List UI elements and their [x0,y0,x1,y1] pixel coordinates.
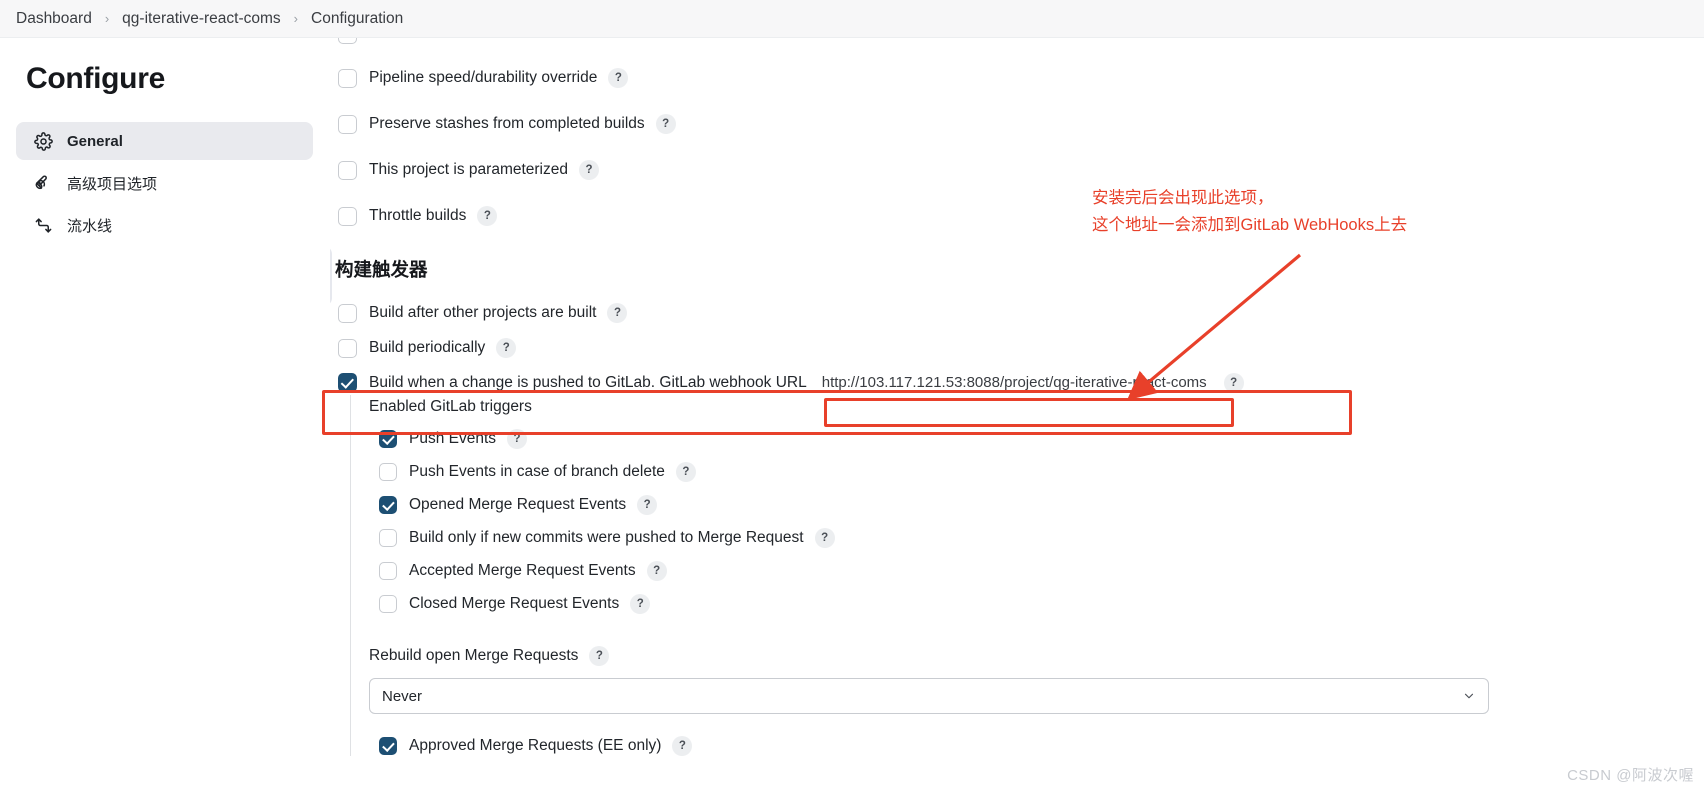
trigger-label: Build only if new commits were pushed to… [409,529,804,546]
checkbox-parameterized[interactable] [338,160,357,180]
help-icon[interactable]: ? [477,206,498,226]
sidebar-item-label: 高级项目选项 [67,175,158,193]
scrollbar-thumb[interactable] [330,246,332,306]
help-icon[interactable]: ? [607,303,628,323]
annotation-line-2: 这个地址一会添加到GitLab WebHooks上去 [1092,216,1408,234]
help-icon[interactable]: ? [646,561,667,581]
trigger-row-approved-merge-requests[interactable]: Approved Merge Requests (EE only) ? [379,736,1250,756]
sidebar-item-advanced-project-options[interactable]: 高级项目选项 [16,164,313,202]
rebuild-open-merge-requests-field: Rebuild open Merge Requests ? [369,646,1250,666]
checkbox-pipeline-speed[interactable] [338,68,357,88]
breadcrumb-item-project[interactable]: qg-iterative-react-coms [122,10,281,28]
option-label: Throttle builds [369,207,467,224]
trigger-row-accepted-merge-request-events[interactable]: Accepted Merge Request Events ? [379,561,1250,581]
checkbox-build-periodically[interactable] [338,338,357,358]
option-label: Pipeline speed/durability override [369,69,598,86]
section-heading-build-triggers: 构建触发器 [335,259,428,280]
trigger-row-push-events-branch-delete[interactable]: Push Events in case of branch delete ? [379,462,1250,482]
checkbox-push-events-branch-delete[interactable] [379,463,397,481]
checkbox-closed-merge-request-events[interactable] [379,595,397,613]
page-title: Configure [26,62,165,95]
option-label: Build periodically [369,339,486,356]
gear-icon [32,130,54,152]
help-icon[interactable]: ? [589,646,610,666]
option-row-build-after-other-projects[interactable]: Build after other projects are built ? [338,303,628,323]
trigger-row-opened-merge-request-events[interactable]: Opened Merge Request Events ? [379,495,1250,515]
trigger-row-closed-merge-request-events[interactable]: Closed Merge Request Events ? [379,594,1250,614]
breadcrumb-item-configuration[interactable]: Configuration [311,10,403,28]
option-row-parameterized[interactable]: This project is parameterized ? [338,160,599,180]
help-icon[interactable]: ? [655,114,676,134]
help-icon[interactable]: ? [814,528,835,548]
help-icon[interactable]: ? [675,462,696,482]
trigger-label: Opened Merge Request Events [409,496,627,513]
trigger-label: Closed Merge Request Events [409,595,620,612]
checkbox-build-only-new-commits[interactable] [379,529,397,547]
breadcrumb-item-dashboard[interactable]: Dashboard [16,10,92,28]
watermark: CSDN @阿波次喔 [1567,767,1694,784]
annotation-line-1: 安装完后会出现此选项， [1092,189,1274,207]
help-icon[interactable]: ? [579,160,599,180]
scrolled-off-checkbox[interactable] [338,38,357,44]
option-row-build-periodically[interactable]: Build periodically ? [338,338,517,358]
trigger-label: Accepted Merge Request Events [409,562,636,579]
annotation-highlight-box-url [824,398,1234,427]
trigger-label: Push Events in case of branch delete [409,463,665,480]
checkbox-preserve-stashes[interactable] [338,114,357,134]
sidebar-nav: General 高级项目选项 流水线 [16,122,313,248]
breadcrumb: Dashboard › qg-iterative-react-coms › Co… [0,0,1704,38]
option-row-pipeline-speed[interactable]: Pipeline speed/durability override ? [338,68,629,88]
rebuild-label: Rebuild open Merge Requests [369,647,579,664]
enabled-gitlab-triggers-group: Enabled GitLab triggers Push Events ? Pu… [350,395,1489,756]
help-icon[interactable]: ? [672,736,693,756]
chevron-down-icon [1464,693,1474,699]
checkbox-throttle-builds[interactable] [338,206,357,226]
option-label: Build when a change is pushed to GitLab.… [369,373,807,391]
checkbox-opened-merge-request-events[interactable] [379,496,397,514]
option-label: Build after other projects are built [369,304,597,321]
checkbox-build-after-other-projects[interactable] [338,303,357,323]
app-root: Dashboard › qg-iterative-react-coms › Co… [0,0,1704,791]
wrench-icon [32,172,54,194]
sidebar-item-pipeline[interactable]: 流水线 [16,206,313,244]
trigger-row-build-only-new-commits[interactable]: Build only if new commits were pushed to… [379,528,1250,548]
select-value: Never [382,687,423,705]
option-label: This project is parameterized [369,161,568,178]
help-icon[interactable]: ? [496,338,517,358]
sidebar-item-label: General [67,132,123,150]
breadcrumb-separator-icon: › [293,11,299,26]
checkbox-approved-merge-requests[interactable] [379,737,397,755]
pipeline-icon [32,214,54,236]
breadcrumb-separator-icon: › [104,11,110,26]
trigger-label: Approved Merge Requests (EE only) [409,737,662,754]
help-icon[interactable]: ? [608,68,629,88]
option-label: Preserve stashes from completed builds [369,115,645,132]
option-row-preserve-stashes[interactable]: Preserve stashes from completed builds ? [338,114,676,134]
sidebar-item-general[interactable]: General [16,122,313,160]
checkbox-accepted-merge-request-events[interactable] [379,562,397,580]
help-icon[interactable]: ? [630,594,651,614]
rebuild-open-merge-requests-select[interactable]: Never [369,678,1489,714]
help-icon[interactable]: ? [637,495,658,515]
sidebar-item-label: 流水线 [67,217,113,235]
sidebar: Configure General 高级项目选项 流水线 [0,38,330,791]
option-row-throttle-builds[interactable]: Throttle builds ? [338,206,498,226]
